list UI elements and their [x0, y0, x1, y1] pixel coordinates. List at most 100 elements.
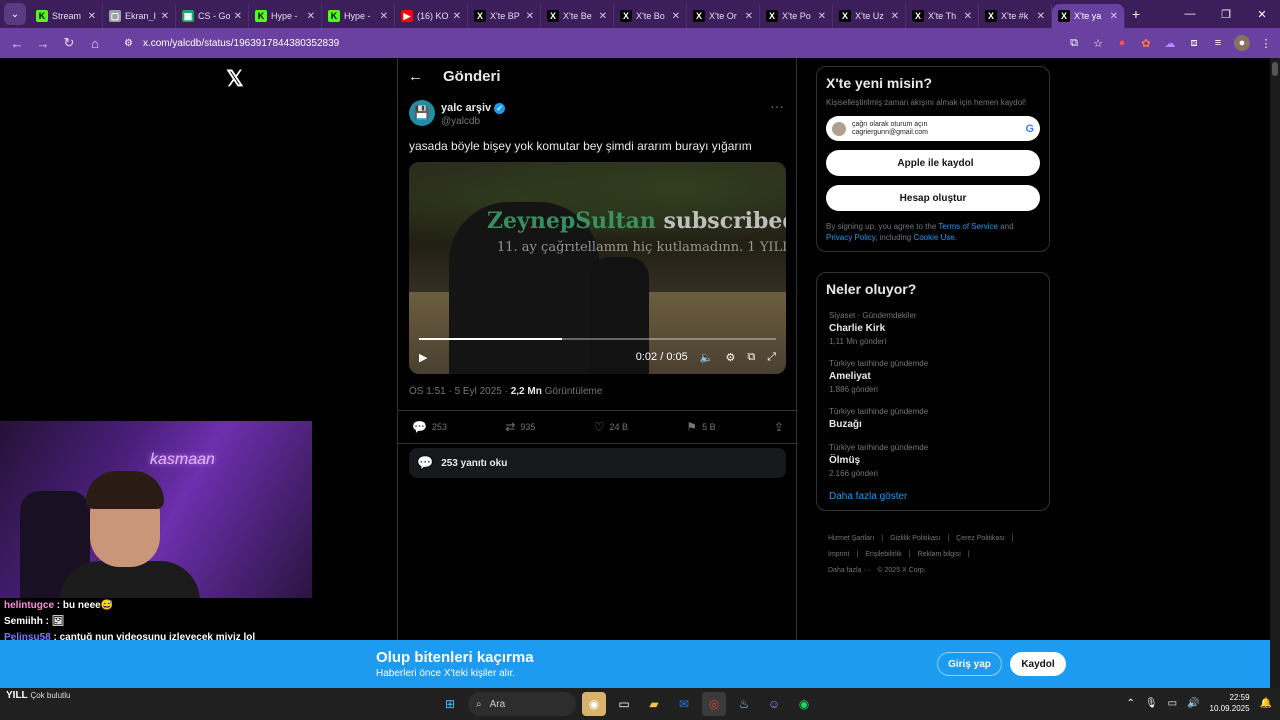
show-more-link[interactable]: Daha fazla göster	[826, 483, 1040, 508]
extension-cloud-icon[interactable]: ☁	[1162, 35, 1178, 51]
notification-icon[interactable]: 🔔	[1260, 698, 1272, 709]
tab-close-icon[interactable]: ✕	[380, 11, 388, 22]
play-icon[interactable]: ▶	[419, 351, 427, 364]
back-button[interactable]: ←	[6, 32, 28, 54]
chat-username[interactable]: Semiihh	[4, 616, 43, 627]
browser-tab[interactable]: X X'te Or ✕	[687, 4, 760, 28]
browser-tab[interactable]: X X'te Uz ✕	[833, 4, 906, 28]
tab-close-icon[interactable]: ✕	[1110, 11, 1118, 22]
reload-button[interactable]: ↻	[58, 32, 80, 54]
browser-tab[interactable]: X X'te BP ✕	[468, 4, 541, 28]
read-replies-button[interactable]: 💬 253 yanıtı oku	[409, 448, 786, 478]
trend-item[interactable]: Siyaset · Gündemdekiler Charlie Kirk 1,11 …	[826, 303, 1040, 351]
tab-close-icon[interactable]: ✕	[88, 11, 96, 22]
footer-link[interactable]: Hizmet Şartları	[828, 535, 874, 542]
browser-tab[interactable]: ▦ CS - Go ✕	[176, 4, 249, 28]
tab-close-icon[interactable]: ✕	[891, 11, 899, 22]
close-window-button[interactable]: ✕	[1244, 8, 1280, 21]
install-app-icon[interactable]: ⧉	[1066, 35, 1082, 51]
settings-icon[interactable]: ⚙	[725, 351, 735, 364]
author-handle[interactable]: @yalcdb	[441, 116, 480, 127]
browser-tab[interactable]: K Stream ✕	[30, 4, 103, 28]
tab-close-icon[interactable]: ✕	[672, 11, 680, 22]
google-signin-button[interactable]: çağrı olarak oturum açın cagriergunn@gmai…	[826, 116, 1040, 141]
bookmark-star-icon[interactable]: ☆	[1090, 35, 1106, 51]
mic-icon[interactable]: 🎙	[1145, 698, 1158, 709]
trend-item[interactable]: Türkiye tarihinde gündemde Buzağı	[826, 399, 1040, 435]
task-view-icon[interactable]: ▭	[612, 692, 636, 716]
apple-signup-button[interactable]: Apple ile kaydol	[826, 150, 1040, 176]
post-timestamp[interactable]: ÖS 1:51 · 5 Eyl 2025 ·	[409, 386, 511, 397]
trend-item[interactable]: Türkiye tarihinde gündemde Ölmüş 2.166 gön…	[826, 435, 1040, 483]
tab-close-icon[interactable]: ✕	[453, 11, 461, 22]
tab-close-icon[interactable]: ✕	[526, 11, 534, 22]
privacy-link[interactable]: Privacy Policy	[826, 233, 875, 242]
forward-button[interactable]: →	[32, 32, 54, 54]
author-name-row[interactable]: yalc arşiv ✓	[441, 102, 506, 114]
extension-cat-icon[interactable]: ✿	[1138, 35, 1154, 51]
video-progress-bar[interactable]	[419, 338, 776, 340]
reading-list-icon[interactable]: ≡	[1210, 35, 1226, 51]
x-logo-icon[interactable]: 𝕏	[226, 66, 244, 92]
start-windows-icon[interactable]: ⊞	[438, 692, 462, 716]
register-button[interactable]: Kaydol	[1010, 652, 1066, 676]
browser-tab[interactable]: X X'te Be ✕	[541, 4, 614, 28]
tray-chevron-icon[interactable]: ⌃	[1127, 698, 1135, 709]
chrome-icon[interactable]: ◎	[702, 692, 726, 716]
reply-button[interactable]: 💬 253	[412, 420, 447, 434]
browser-tab[interactable]: X X'te Th ✕	[906, 4, 979, 28]
file-explorer-icon[interactable]: ▰	[642, 692, 666, 716]
like-button[interactable]: ♡ 24 B	[594, 420, 628, 434]
terms-link[interactable]: Terms of Service	[938, 222, 998, 231]
bookmark-button[interactable]: ⚑ 5 B	[686, 420, 715, 434]
browser-tab[interactable]: X X'te ya ✕	[1052, 4, 1125, 28]
widgets-icon[interactable]: ◉	[582, 692, 606, 716]
fullscreen-icon[interactable]: ⤢	[767, 351, 776, 364]
clock[interactable]: 22:59 10.09.2025	[1210, 692, 1250, 714]
minimize-button[interactable]: —	[1172, 8, 1208, 20]
profile-avatar[interactable]: ●	[1234, 35, 1250, 51]
browser-tab[interactable]: X X'te Bo ✕	[614, 4, 687, 28]
footer-link[interactable]: Çerez Politikası	[956, 535, 1005, 542]
trend-item[interactable]: Türkiye tarihinde gündemde Ameliyat 1.886 …	[826, 351, 1040, 399]
network-icon[interactable]: ▭	[1168, 698, 1177, 709]
page-scrollbar[interactable]	[1270, 58, 1280, 688]
maximize-button[interactable]: ❐	[1208, 8, 1244, 21]
browser-tab[interactable]: ▶ (16) KO ✕	[395, 4, 468, 28]
browser-tab[interactable]: X X'te #k ✕	[979, 4, 1052, 28]
browser-tab[interactable]: K Hype - ✕	[249, 4, 322, 28]
more-options-icon[interactable]: ···	[770, 98, 784, 114]
new-tab-button[interactable]: +	[1125, 6, 1147, 22]
tab-search-button[interactable]: ⌄	[4, 3, 26, 25]
author-avatar[interactable]: 💾	[409, 100, 435, 126]
home-button[interactable]: ⌂	[84, 32, 106, 54]
outlook-icon[interactable]: ✉	[672, 692, 696, 716]
steam-icon[interactable]: ♨	[732, 692, 756, 716]
volume-tray-icon[interactable]: 🔊	[1187, 698, 1199, 709]
scroll-thumb[interactable]	[1272, 62, 1278, 76]
extension-red-icon[interactable]: ●	[1114, 35, 1130, 51]
tab-close-icon[interactable]: ✕	[161, 11, 169, 22]
weather-widget[interactable]: YILL Çok bulutlu	[6, 690, 70, 701]
cookie-link[interactable]: Cookie Use	[913, 233, 954, 242]
share-button[interactable]: ⇪	[774, 420, 784, 434]
site-info-icon[interactable]: ⚙	[124, 38, 133, 49]
address-bar[interactable]: ⚙ x.com/yalcdb/status/196391784438035283…	[116, 32, 1056, 54]
chat-username[interactable]: helintugce	[4, 600, 54, 611]
footer-link[interactable]: Daha fazla ···	[828, 567, 870, 574]
video-player[interactable]: ZeynepSultan subscribed x11! 11. ay çağr…	[409, 162, 786, 374]
repost-button[interactable]: ⇄ 935	[505, 420, 535, 434]
tab-close-icon[interactable]: ✕	[818, 11, 826, 22]
spotify-icon[interactable]: ◉	[792, 692, 816, 716]
browser-tab[interactable]: X X'te Po ✕	[760, 4, 833, 28]
tab-close-icon[interactable]: ✕	[599, 11, 607, 22]
extensions-puzzle-icon[interactable]: ⧈	[1186, 35, 1202, 51]
volume-icon[interactable]: 🔈	[700, 351, 714, 364]
back-arrow-icon[interactable]: ←	[408, 68, 423, 85]
tab-close-icon[interactable]: ✕	[307, 11, 315, 22]
tab-close-icon[interactable]: ✕	[1037, 11, 1045, 22]
pip-icon[interactable]: ⧉	[747, 351, 755, 364]
create-account-button[interactable]: Hesap oluştur	[826, 185, 1040, 211]
footer-link[interactable]: Reklam bilgisi	[918, 551, 961, 558]
browser-tab[interactable]: K Hype - ✕	[322, 4, 395, 28]
